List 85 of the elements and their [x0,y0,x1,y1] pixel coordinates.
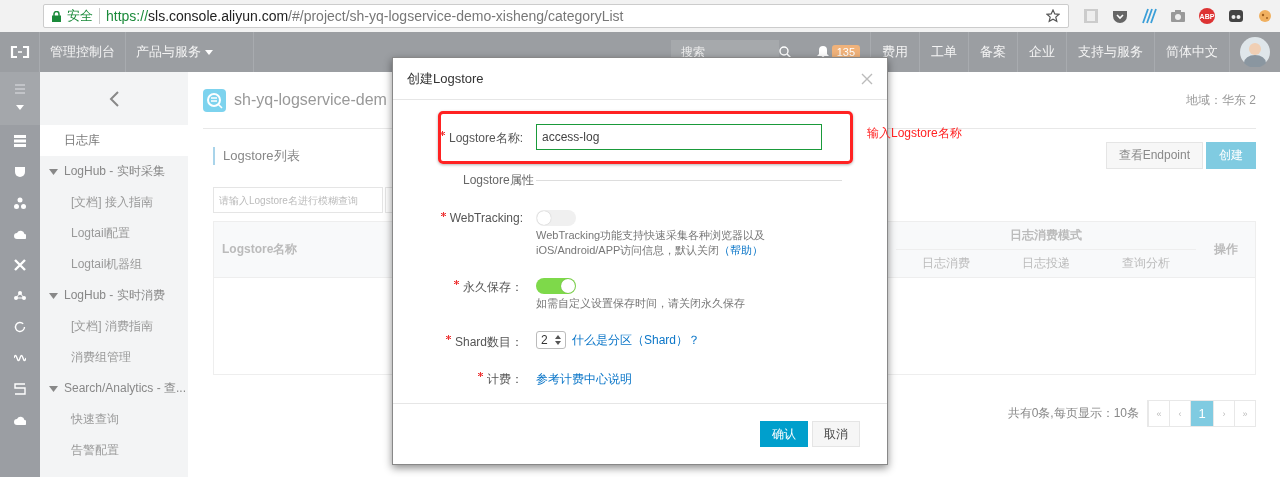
ghost-icon[interactable] [1228,8,1244,24]
spinner-icon[interactable] [555,335,561,345]
shard-help-link[interactable]: 什么是分区（Shard）？ [572,331,701,349]
sidebar-item[interactable]: [文档] 接入指南 [40,187,188,218]
lock-icon [52,10,61,22]
search-field[interactable]: 请输入Logstore名进行模糊查询 [213,187,383,213]
toggle-switch[interactable] [536,278,576,294]
cancel-button[interactable]: 取消 [812,421,860,447]
cycle-icon[interactable] [14,320,26,333]
section-title: Logstore列表 [213,146,300,165]
annotation-note: 输入Logstore名称 [867,125,962,142]
nav-link[interactable]: 企业 [1017,32,1066,72]
nav-link[interactable]: 工单 [919,32,968,72]
bookmark-star-icon[interactable] [1046,9,1060,23]
region-label: 地域：华东 2 [1186,91,1256,109]
confirm-button[interactable]: 确认 [760,421,808,447]
help-text: WebTracking功能支持快速采集各种浏览器以及iOS/Android/APP访问信息，默认关闭（帮助） [536,228,767,258]
cookie-icon[interactable] [1257,8,1273,24]
reader-icon[interactable] [1083,8,1099,24]
search-icon[interactable] [778,46,791,58]
avatar-icon[interactable] [1240,37,1270,67]
address-bar[interactable]: 安全 https://sls.console.aliyun.com/#/project/sh-yq-logservice-demo-xisheng/categoryList [43,4,1069,28]
sidebar-item[interactable]: [文档] 消费指南 [40,311,188,342]
console-link[interactable]: 管理控制台 [40,32,125,72]
collapse-chevron-icon[interactable] [109,90,119,107]
logo-icon[interactable] [9,46,30,58]
page-button[interactable]: « [1148,401,1169,426]
number-field[interactable]: 2 [536,331,566,349]
field-label: Shard数目： [454,334,523,351]
sidebar-item[interactable]: 日志库 [40,125,188,156]
menu-icon[interactable] [15,83,25,94]
column-header: 日志消费 [922,255,970,272]
sidebar-group[interactable]: Search/Analytics - 查... [40,373,188,404]
logstore-icon [203,88,226,112]
sidebar-item[interactable]: Logtail机器组 [40,249,188,280]
field-label: WebTracking: [449,211,523,225]
field-label: 永久保存： [463,279,523,296]
sidebar-item[interactable]: 消费组管理 [40,342,188,373]
page-button[interactable]: 1 [1190,401,1213,426]
pocket-icon[interactable] [1112,8,1128,24]
column-header: 日志投递 [1022,255,1070,272]
nav-link[interactable]: 备案 [968,32,1017,72]
column-header: Logstore名称 [222,241,298,258]
caret-icon [49,385,58,392]
column-header: 日志消费模式 [1010,227,1082,244]
help-link[interactable]: （帮助） [719,244,764,256]
sidebar-item[interactable]: Logtail配置 [40,218,188,249]
stack-icon[interactable] [14,134,26,147]
sidebar-item[interactable]: 快速查询 [40,404,188,435]
page-button[interactable]: » [1234,401,1255,426]
field-label: Logstore名称: [448,130,523,147]
column-header: 查询分析 [1122,255,1170,272]
shield-icon[interactable] [14,165,26,178]
column-header: 操作 [1213,241,1238,258]
caret-icon [49,292,58,299]
help-text: 如需自定义设置保存时间，请关闭永久保存 [536,296,746,311]
nav-link[interactable]: 支持与服务 [1066,32,1154,72]
pagination-summary: 共有0条,每页显示：10条 [1007,405,1139,422]
network-icon[interactable] [14,289,26,302]
nodes-icon[interactable] [14,196,26,209]
project-name: sh-yq-logservice-dem [234,91,387,109]
logstore-name-field[interactable]: access-log [536,124,822,150]
bell-icon[interactable] [816,45,829,59]
close-icon[interactable] [861,72,873,85]
billing-link[interactable]: 参考计费中心说明 [536,372,632,386]
field-label: 计费： [487,371,523,388]
nav-link[interactable]: 简体中文 [1154,32,1229,72]
dialog-title: 创建Logstore [407,69,484,88]
caret-icon [205,49,213,55]
create-button[interactable]: 创建 [1206,142,1256,169]
page-button[interactable]: › [1213,401,1234,426]
section-label: Logstore属性 [463,172,534,189]
sidebar-group[interactable]: LogHub - 实时消费 [40,280,188,311]
sidebar-item[interactable]: 告警配置 [40,435,188,466]
cross-icon[interactable] [14,258,26,271]
endpoint-button[interactable]: 查看Endpoint [1105,142,1203,169]
camera-icon[interactable] [1170,8,1186,24]
sidebar-group[interactable]: LogHub - 实时采集 [40,156,188,187]
security-label: 安全 [67,7,93,25]
stripes-icon[interactable] [1141,8,1157,24]
caret-icon[interactable] [16,104,24,110]
toggle-switch[interactable] [536,210,576,226]
bracket-icon[interactable] [14,382,26,395]
caret-icon [49,168,58,175]
url-text: https://sls.console.aliyun.com/#/project/sh-yq-logservice-demo-xisheng/categoryList [106,8,625,24]
